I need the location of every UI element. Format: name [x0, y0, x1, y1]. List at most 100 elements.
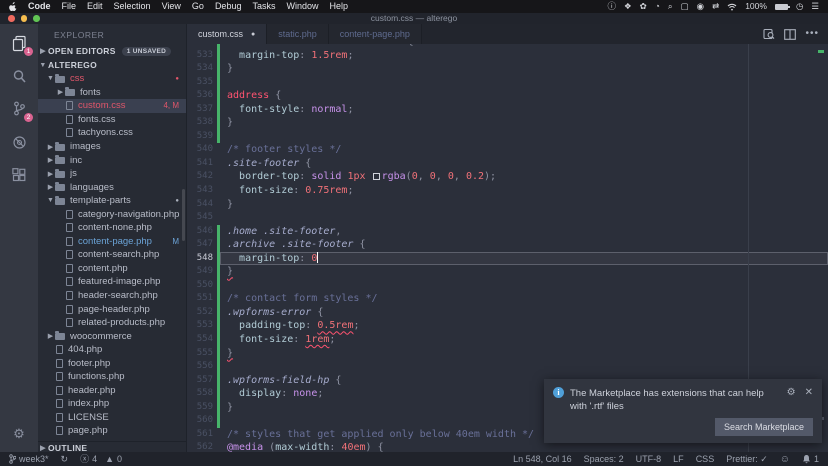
- close-window-button[interactable]: [8, 15, 15, 22]
- code-line-553[interactable]: 553 padding-top: 0.5rem;: [187, 319, 828, 333]
- line-number[interactable]: 561: [187, 428, 213, 442]
- line-number[interactable]: 544: [187, 198, 213, 212]
- wifi-icon[interactable]: [727, 3, 737, 11]
- tree-file-index.php[interactable]: index.php: [38, 397, 186, 411]
- code-line-543[interactable]: 543 font-size: 0.75rem;: [187, 184, 828, 198]
- line-number[interactable]: 552: [187, 306, 213, 320]
- line-number[interactable]: 556: [187, 360, 213, 374]
- status-ln-548-col-16[interactable]: Ln 548, Col 16: [513, 452, 572, 466]
- tree-file-content-search.php[interactable]: content-search.php: [38, 248, 186, 262]
- notification-center-icon[interactable]: ☰: [811, 0, 819, 13]
- window-titlebar[interactable]: custom.css — alterego: [0, 13, 828, 24]
- code-line-546[interactable]: 546 .home .site-footer,: [187, 225, 828, 239]
- line-number[interactable]: 543: [187, 184, 213, 198]
- code-line-547[interactable]: 547.archive .site-footer {: [187, 238, 828, 252]
- code-line-552[interactable]: 552 .wpforms-error {: [187, 306, 828, 320]
- code-text[interactable]: .site-footer {: [220, 157, 828, 171]
- status-lf[interactable]: LF: [673, 452, 684, 466]
- code-line-542[interactable]: 542 border-top: solid 1px rgba(0, 0, 0, …: [187, 170, 828, 184]
- git-branch-status[interactable]: week3*: [9, 452, 49, 466]
- sidebar-scrollbar[interactable]: [182, 189, 185, 241]
- code-text[interactable]: font-size: 1rem;: [220, 333, 828, 347]
- settings-gear-icon[interactable]: ⚙: [0, 426, 38, 442]
- line-number[interactable]: 553: [187, 319, 213, 333]
- pie-menu-icon[interactable]: ◔: [655, 0, 660, 13]
- code-line-535[interactable]: 535: [187, 76, 828, 90]
- tree-folder-fonts[interactable]: ▶fonts: [38, 86, 186, 100]
- tree-file-content.php[interactable]: content.php: [38, 262, 186, 276]
- status-utf-8[interactable]: UTF-8: [636, 452, 662, 466]
- code-text[interactable]: .home .site-footer,: [220, 225, 828, 239]
- tree-file-LICENSE[interactable]: LICENSE: [38, 411, 186, 425]
- line-number[interactable]: 550: [187, 279, 213, 293]
- tree-folder-woocommerce[interactable]: ▶woocommerce: [38, 329, 186, 343]
- search-marketplace-button[interactable]: Search Marketplace: [715, 418, 813, 436]
- tree-file-404.php[interactable]: 404.php: [38, 343, 186, 357]
- notification-gear-icon[interactable]: ⚙: [787, 387, 796, 413]
- line-number[interactable]: 533: [187, 49, 213, 63]
- tab-static.php[interactable]: static.php: [267, 24, 329, 44]
- code-line-544[interactable]: 544}: [187, 198, 828, 212]
- code-line-550[interactable]: 550: [187, 279, 828, 293]
- menu-item-code[interactable]: Code: [28, 0, 51, 13]
- code-line-556[interactable]: 556: [187, 360, 828, 374]
- code-line-548[interactable]: 548 margin-top: 0: [187, 252, 828, 266]
- line-number[interactable]: 541: [187, 157, 213, 171]
- workspace-root[interactable]: ▼ ALTEREGO: [38, 58, 186, 72]
- spotlight-icon[interactable]: ⌕: [668, 0, 673, 13]
- code-line-534[interactable]: 534}: [187, 62, 828, 76]
- notifications-bell[interactable]: 1: [802, 452, 819, 466]
- sidebar-item-extensions[interactable]: [8, 164, 30, 186]
- line-number[interactable]: 551: [187, 292, 213, 306]
- tree-file-custom.css[interactable]: custom.css4, M: [38, 99, 186, 113]
- code-text[interactable]: .wpforms-error {: [220, 306, 828, 320]
- more-actions-icon[interactable]: •••: [805, 29, 819, 39]
- line-number[interactable]: 546: [187, 225, 213, 239]
- menu-item-edit[interactable]: Edit: [87, 0, 103, 13]
- sidebar-item-explorer[interactable]: 1: [8, 32, 30, 54]
- code-text[interactable]: font-size: 0.75rem;: [220, 184, 828, 198]
- code-text[interactable]: margin-top: 1.5rem;: [220, 49, 828, 63]
- tree-folder-js[interactable]: ▶js: [38, 167, 186, 181]
- menu-item-go[interactable]: Go: [192, 0, 204, 13]
- clock-icon[interactable]: ◷: [796, 0, 803, 13]
- code-line-540[interactable]: 540/* footer styles */: [187, 143, 828, 157]
- code-text[interactable]: /* footer styles */: [220, 143, 828, 157]
- menu-item-file[interactable]: File: [62, 0, 77, 13]
- tree-file-header.php[interactable]: header.php: [38, 384, 186, 398]
- tree-file-fonts.css[interactable]: fonts.css: [38, 113, 186, 127]
- code-text[interactable]: [220, 360, 828, 374]
- split-editor-icon[interactable]: [784, 29, 796, 40]
- status-spaces[interactable]: Spaces: 2: [584, 452, 624, 466]
- menu-item-help[interactable]: Help: [330, 0, 349, 13]
- line-number[interactable]: 558: [187, 387, 213, 401]
- menu-item-debug[interactable]: Debug: [215, 0, 242, 13]
- status-prettier[interactable]: Prettier: ✓: [726, 452, 768, 466]
- line-number[interactable]: 555: [187, 347, 213, 361]
- code-text[interactable]: /* contact form styles */: [220, 292, 828, 306]
- tree-file-featured-image.php[interactable]: featured-image.php: [38, 275, 186, 289]
- tab-content-page.php[interactable]: content-page.php: [329, 24, 422, 44]
- open-editors-section[interactable]: ▶ OPEN EDITORS 1 UNSAVED: [38, 44, 186, 58]
- line-number[interactable]: 562: [187, 441, 213, 452]
- line-number[interactable]: 560: [187, 414, 213, 428]
- display-icon[interactable]: ▢: [681, 0, 689, 13]
- line-number[interactable]: 542: [187, 170, 213, 184]
- problems-status[interactable]: ⓧ 4 ▲ 0: [80, 452, 122, 466]
- code-text[interactable]: border-top: solid 1px rgba(0, 0, 0, 0.2)…: [220, 170, 828, 184]
- code-text[interactable]: font-style: normal;: [220, 103, 828, 117]
- battery-icon[interactable]: [775, 4, 788, 10]
- color-swatch-icon[interactable]: [373, 173, 380, 180]
- tree-file-category-navigation.php[interactable]: category-navigation.php: [38, 207, 186, 221]
- tree-folder-template-parts[interactable]: ▼template-parts●: [38, 194, 186, 208]
- tree-file-page-header.php[interactable]: page-header.php: [38, 302, 186, 316]
- line-number[interactable]: 549: [187, 265, 213, 279]
- tree-folder-css[interactable]: ▼css●: [38, 72, 186, 86]
- outline-section[interactable]: ▶ OUTLINE: [38, 441, 186, 452]
- code-line-545[interactable]: 545: [187, 211, 828, 225]
- code-text[interactable]: address {: [220, 89, 828, 103]
- notification-close-icon[interactable]: ✕: [805, 387, 813, 413]
- tab-custom.css[interactable]: custom.css●: [187, 24, 267, 44]
- code-line-537[interactable]: 537 font-style: normal;: [187, 103, 828, 117]
- tree-file-content-page.php[interactable]: content-page.phpM: [38, 235, 186, 249]
